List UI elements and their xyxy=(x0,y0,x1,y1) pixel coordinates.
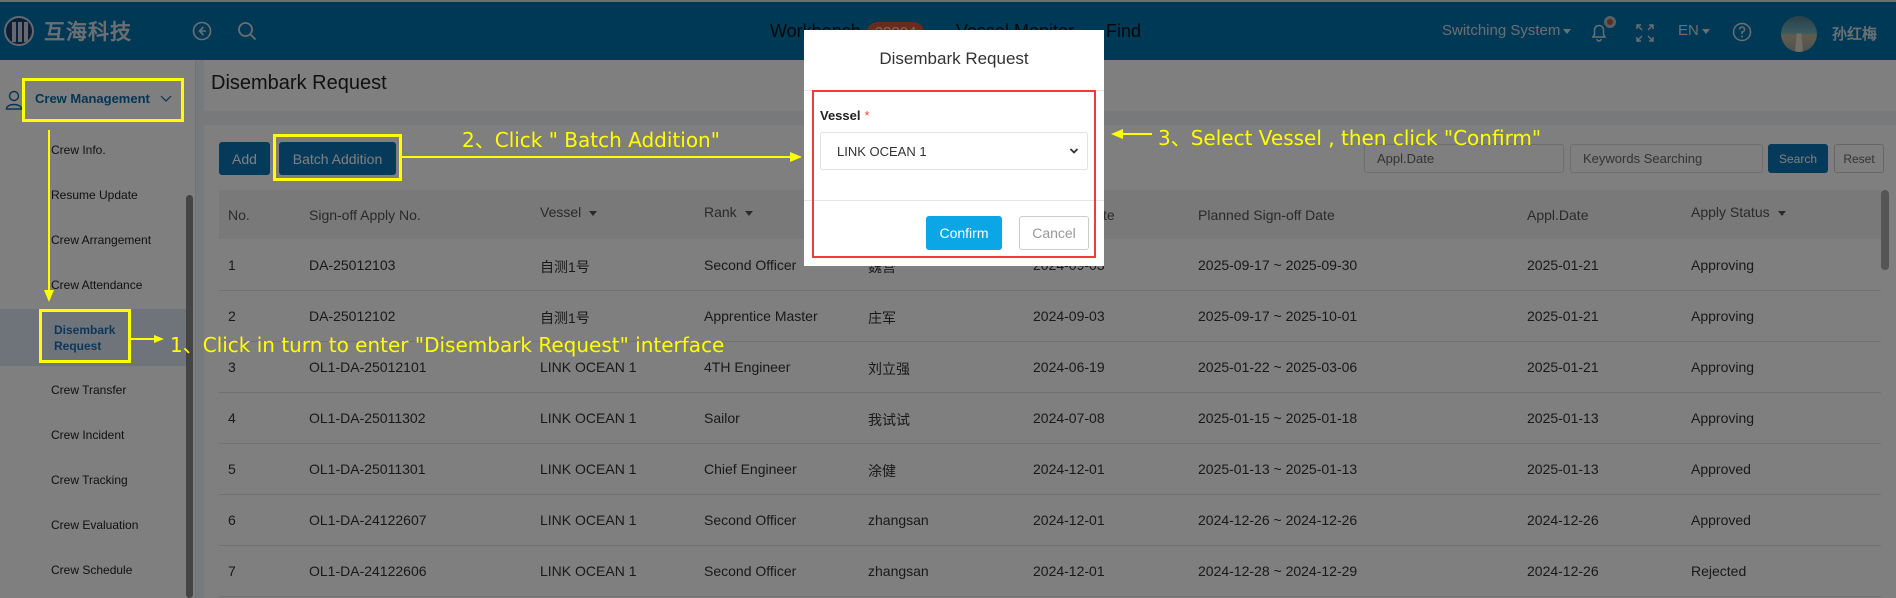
modal-title: Disembark Request xyxy=(879,49,1029,68)
cancel-button[interactable]: Cancel xyxy=(1019,216,1089,250)
chevron-down-icon xyxy=(1069,148,1079,154)
disembark-request-modal: Disembark Request Vessel * LINK OCEAN 1 C… xyxy=(804,30,1104,266)
divider xyxy=(804,90,1104,91)
vessel-label-text: Vessel xyxy=(820,108,861,123)
required-mark: * xyxy=(864,108,870,123)
app-root: 互海科技 Workbench28804 Vessel Monitor Find … xyxy=(0,0,1896,598)
vessel-select[interactable]: LINK OCEAN 1 xyxy=(820,132,1088,170)
vessel-field-label: Vessel * xyxy=(820,108,870,123)
vessel-select-value: LINK OCEAN 1 xyxy=(837,143,927,159)
divider xyxy=(804,200,1104,201)
confirm-button[interactable]: Confirm xyxy=(926,216,1002,250)
